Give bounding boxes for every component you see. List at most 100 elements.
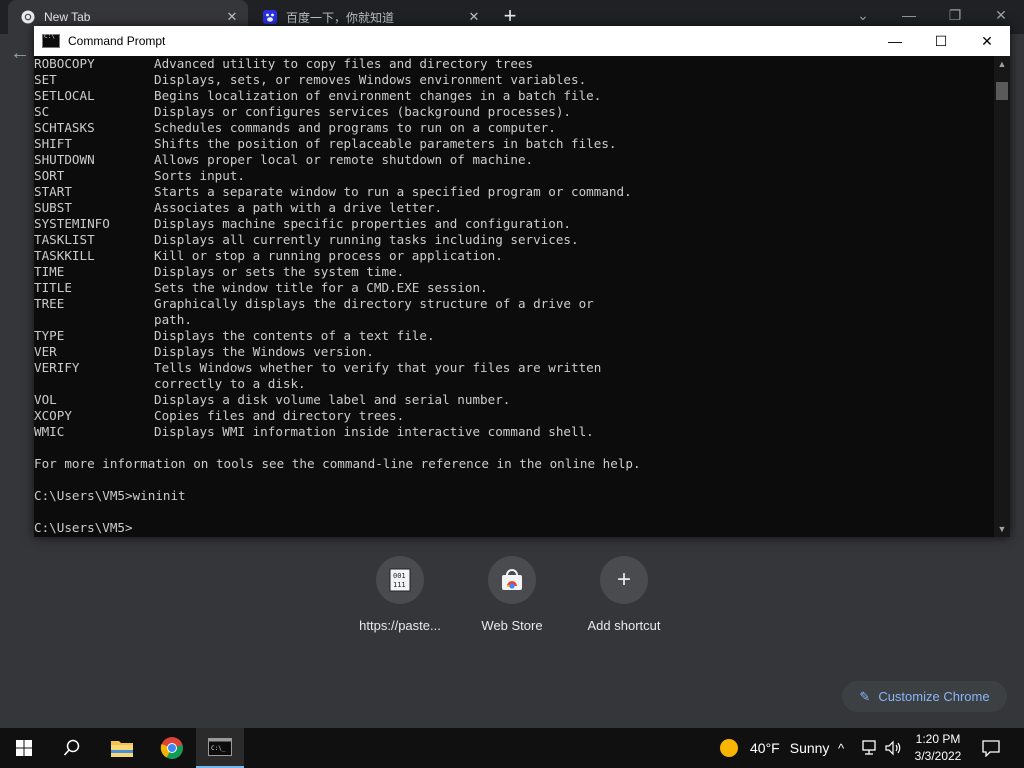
command-prompt-window: Command Prompt — ☐ ✕ ROBOCOPY Advanced ut… [34,26,1010,537]
show-hidden-icons-chevron-icon[interactable]: ^ [838,728,844,768]
file-explorer-icon[interactable] [98,728,146,768]
command-description: Advanced utility to copy files and direc… [154,56,534,71]
cmd-minimize-button[interactable]: — [872,26,918,56]
cmd-maximize-button[interactable]: ☐ [918,26,964,56]
command-description: correctly to a disk. [154,376,306,391]
console-scrollbar[interactable]: ▲ ▼ [994,56,1010,537]
console-line: SC Displays or configures services (backg… [34,104,994,120]
weather-widget[interactable]: 40°F Sunny [720,728,829,768]
baidu-paw-icon [262,9,278,25]
network-icon[interactable] [862,728,880,768]
cmd-app-icon [42,33,60,48]
command-description: Kill or stop a running process or applic… [154,248,503,263]
customize-label: Customize Chrome [878,689,990,704]
start-windows-icon[interactable] [0,728,48,768]
cmd-close-button[interactable]: ✕ [964,26,1010,56]
svg-text:111: 111 [393,581,406,589]
pencil-icon: ✎ [859,688,871,704]
command-name: VOL [34,392,57,407]
svg-text:C:\_: C:\_ [211,745,226,752]
command-name: SCHTASKS [34,120,95,135]
weather-temp: 40°F [750,740,780,756]
console-line: SCHTASKS Schedules commands and programs … [34,120,994,136]
command-description: Displays WMI information inside interact… [154,424,594,439]
command-name: SUBST [34,200,72,215]
scroll-thumb[interactable] [996,82,1008,100]
command-name: WMIC [34,424,65,439]
command-description: Displays a disk volume label and serial … [154,392,511,407]
command-description: Displays all currently running tasks inc… [154,232,579,247]
command-name: TIME [34,264,65,279]
console-help-line: For more information on tools see the co… [34,456,641,471]
scroll-down-icon[interactable]: ▼ [994,521,1010,537]
command-name: TYPE [34,328,65,343]
console-line: START Starts a separate window to run a s… [34,184,994,200]
console-line: VERIFY Tells Windows whether to verify th… [34,360,994,376]
clock[interactable]: 1:20 PM 3/3/2022 [900,731,976,765]
command-description: Displays the Windows version. [154,344,374,359]
customize-chrome-button[interactable]: ✎ Customize Chrome [842,681,1007,712]
console-line: VOL Displays a disk volume label and seri… [34,392,994,408]
svg-text:001: 001 [393,572,406,580]
console-prompt: C:\Users\VM5> [34,520,133,535]
command-description: Associates a path with a drive letter. [154,200,443,215]
console-line: TASKKILL Kill or stop a running process o… [34,248,994,264]
command-description: Sorts input. [154,168,245,183]
shortcut-paste[interactable]: 001 111 https://paste... [345,556,455,633]
console-line: SORT Sorts input. [34,168,994,184]
console-line: ROBOCOPY Advanced utility to copy files a… [34,56,994,72]
command-description: Displays machine specific properties and… [154,216,572,231]
shortcut-label: Add shortcut [587,618,661,633]
shortcut-web-store[interactable]: Web Store [457,556,567,633]
console-line: SUBST Associates a path with a drive lett… [34,200,994,216]
command-name: TREE [34,296,65,311]
console-output[interactable]: ROBOCOPY Advanced utility to copy files a… [34,56,994,537]
command-description: path. [154,312,192,327]
command-name: SORT [34,168,65,183]
command-description: Begins localization of environment chang… [154,88,602,103]
command-name: SHIFT [34,136,72,151]
tab-close-icon[interactable]: ✕ [464,9,484,25]
add-shortcut-button[interactable]: + Add shortcut [569,556,679,633]
console-line: SHIFT Shifts the position of replaceable … [34,136,994,152]
console-line: path. [34,312,994,328]
tab-close-icon[interactable]: ✕ [222,9,242,25]
command-description: Copies files and directory trees. [154,408,405,423]
taskbar: C:\_ 40°F Sunny ^ 1:20 PM 3/3/2022 [0,728,1024,768]
command-name: TITLE [34,280,72,295]
console-prompt-command: C:\Users\VM5>wininit [34,488,186,503]
console-line: SHUTDOWN Allows proper local or remote sh… [34,152,994,168]
console-line: SYSTEMINFO Displays machine specific prop… [34,216,994,232]
command-description: Shifts the position of replaceable param… [154,136,617,151]
shortcut-label: https://paste... [359,618,441,633]
command-description: Displays or sets the system time. [154,264,405,279]
command-name: TASKLIST [34,232,95,247]
command-name: TASKKILL [34,248,95,263]
plus-icon: + [600,556,648,604]
console-line: WMIC Displays WMI information inside inte… [34,424,994,440]
chrome-icon [20,9,36,25]
notification-center-icon[interactable] [982,728,1000,768]
command-prompt-taskbar-icon[interactable]: C:\_ [196,728,244,768]
command-description: Schedules commands and programs to run o… [154,120,556,135]
command-name: SYSTEMINFO [34,216,110,231]
new-tab-button[interactable]: + [498,4,522,28]
chrome-taskbar-icon[interactable] [148,728,196,768]
scroll-up-icon[interactable]: ▲ [994,56,1010,72]
command-name: ROBOCOPY [34,56,95,71]
cmd-title-bar[interactable]: Command Prompt — ☐ ✕ [34,26,1010,56]
command-description: Displays the contents of a text file. [154,328,435,343]
console-line: TYPE Displays the contents of a text file… [34,328,994,344]
command-name: VER [34,344,57,359]
back-arrow-icon[interactable]: ← [10,42,30,65]
console-line: SET Displays, sets, or removes Windows en… [34,72,994,88]
search-icon[interactable] [48,728,96,768]
command-description: Allows proper local or remote shutdown o… [154,152,534,167]
command-name: SHUTDOWN [34,152,95,167]
tab-title: New Tab [44,10,91,24]
command-description: Tells Windows whether to verify that you… [154,360,602,375]
console-line: TASKLIST Displays all currently running t… [34,232,994,248]
command-description: Graphically displays the directory struc… [154,296,594,311]
sun-icon [720,739,738,757]
